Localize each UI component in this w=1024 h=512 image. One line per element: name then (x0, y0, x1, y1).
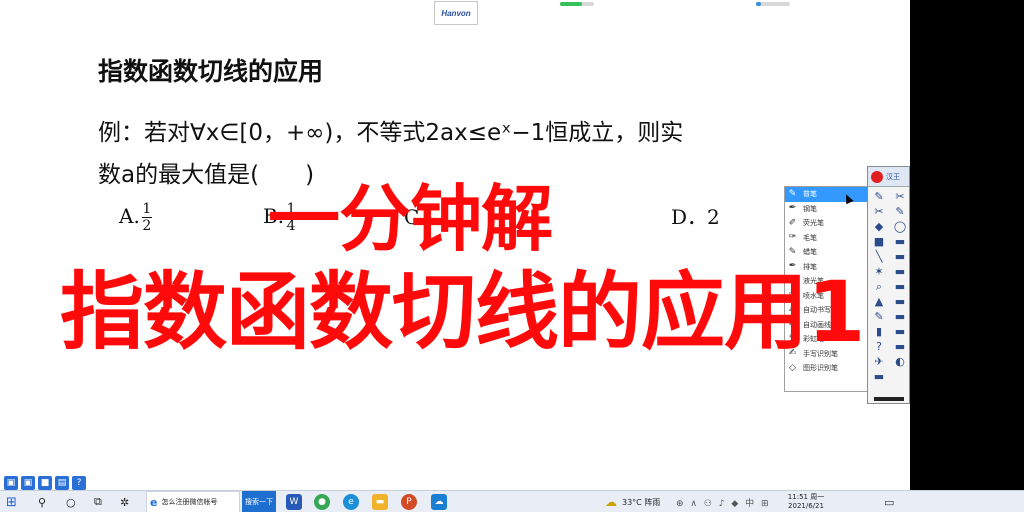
toolbox-tool-icon[interactable]: ▬ (890, 249, 910, 264)
ie-icon: e (150, 495, 158, 509)
screen: Hanvon 指数函数切线的应用 例：若对∀x∈[0，+∞)，不等式2ax≤eˣ… (0, 0, 910, 490)
browser-search-text: 怎么注册微信帐号 (161, 498, 218, 506)
toolbox-tool-icon[interactable]: ▬ (890, 234, 910, 249)
pen-icon: ✎ (788, 188, 797, 199)
toolbox-tool-icon[interactable]: ◯ (890, 219, 910, 234)
search-icon[interactable]: ⚲ (38, 491, 46, 512)
top-slider-2-fill (756, 2, 762, 6)
clock-date: 2021/6/21 (788, 502, 824, 510)
browser-app-icon[interactable]: ● (314, 494, 330, 510)
taskbar: ⊞ ⚲ ○ ⧉ ✲ e 怎么注册微信帐号 搜索一下 W ● e ▬ P ☁ ☁ … (0, 490, 1024, 512)
clock-time: 11:51 周一 (787, 493, 825, 501)
toolbox-tool-icon[interactable]: ⌕ (868, 279, 890, 294)
option-a-fraction: 12 (141, 201, 152, 234)
folder-app-icon[interactable]: ▬ (372, 494, 388, 510)
pen-menu-item[interactable]: ✒ 钢笔 (785, 202, 867, 217)
hanvon-logo[interactable]: Hanvon (434, 1, 478, 25)
powerpoint-app-icon[interactable]: P (401, 494, 417, 510)
problem-line-1: 例：若对∀x∈[0，+∞)，不等式2ax≤eˣ−1恒成立，则实 (98, 120, 684, 146)
system-tray-icons[interactable]: ⊕ ∧ ⚇ ♪ ◆ 中 ⊞ (676, 491, 771, 512)
settings-icon[interactable]: ✲ (120, 491, 129, 512)
overlay-title-line-2: 指数函数切线的应用1 (60, 263, 865, 361)
option-a-prefix: A. (119, 204, 140, 228)
toolbox-tool-icon[interactable]: ✂ (868, 204, 890, 219)
top-slider-1[interactable] (560, 2, 594, 6)
fountain-pen-icon: ✒ (788, 203, 797, 214)
black-side-strip (910, 0, 1024, 490)
toolbox-tool-icon[interactable]: ✂ (890, 189, 910, 204)
mini-toolbar-button-icon[interactable]: ▤ (55, 476, 69, 490)
top-slider-1-fill (560, 2, 583, 6)
pen-menu-item[interactable]: ✑ 毛笔 (785, 231, 867, 246)
word-app-icon[interactable]: W (286, 494, 302, 510)
pen-menu-item-label: 钢笔 (803, 204, 817, 213)
toolbox-tool-icon[interactable]: ▬ (890, 309, 910, 324)
toolbox-grid: ✎ ✂ ✂ ✎ ◆ ◯ ■ ▬ ╲ ▬ ✶ ▬ ⌕ ▬ ▲ ▬ ✎ ▬ ▮ ▬? ▬ ✈ ◐ ▬ (868, 187, 909, 384)
photos-app-icon[interactable]: ☁ (431, 494, 447, 510)
option-a-numerator: 1 (142, 201, 152, 217)
pen-menu-item[interactable]: ✎ 普笔 (785, 187, 867, 202)
toolbox-tool-icon[interactable]: ✎ (868, 189, 890, 204)
notification-icon[interactable]: ▭ (884, 491, 894, 512)
search-button[interactable]: 搜索一下 (242, 491, 276, 512)
toolbox-panel: 汉王 ✎ ✂ ✂ ✎ ◆ ◯ ■ ▬ ╲ ▬ ✶ ▬ ⌕ ▬ ▲ ▬ ✎ ▬ ▮ ▬? ▬ ✈ ◐ ▬ (867, 166, 910, 404)
toolbox-tool-icon[interactable]: ▬ (890, 324, 910, 339)
toolbox-tool-icon[interactable]: ▬ (868, 369, 890, 384)
brush-icon: ✑ (788, 232, 797, 243)
toolbox-tool-icon[interactable]: ? (868, 339, 890, 354)
mini-toolbar-button-icon[interactable]: ■ (38, 476, 52, 490)
toolbox-header-label: 汉王 (886, 172, 900, 181)
weather-icon[interactable]: ☁ (605, 491, 617, 512)
start-button[interactable]: ⊞ (6, 491, 17, 512)
clock[interactable]: 11:51 周一 2021/6/21 (786, 491, 826, 512)
toolbox-tool-icon[interactable]: ▬ (890, 279, 910, 294)
top-slider-2[interactable] (756, 2, 790, 6)
toolbox-tool-icon[interactable]: ▬ (890, 339, 910, 354)
edge-app-icon[interactable]: e (343, 494, 359, 510)
toolbox-tool-icon[interactable]: ╲ (868, 249, 890, 264)
option-a-denominator: 2 (142, 218, 152, 234)
toolbox-tool-icon[interactable]: ◐ (890, 354, 910, 369)
toolbox-tool-icon[interactable]: ✈ (868, 354, 890, 369)
toolbox-tool-icon[interactable]: ■ (868, 234, 890, 249)
mini-toolbar-button-icon[interactable]: ▣ (21, 476, 35, 490)
toolbox-tool-icon[interactable]: ▮ (868, 324, 890, 339)
toolbox-tool-icon[interactable]: ▬ (890, 264, 910, 279)
pen-menu-item-label: 荧光笔 (803, 219, 824, 228)
mini-toolbar-button-icon[interactable]: ? (72, 476, 86, 490)
toolbox-tool-icon[interactable]: ✎ (868, 309, 890, 324)
cortana-icon[interactable]: ○ (66, 491, 76, 512)
document-title: 指数函数切线的应用 (98, 57, 324, 86)
pen-menu-item-label: 普笔 (803, 190, 817, 199)
mini-toolbar: ▣ ▣ ■ ▤? (4, 476, 86, 490)
toolbox-tool-icon[interactable]: ✶ (868, 264, 890, 279)
toolbox-tool-icon[interactable]: ▬ (890, 294, 910, 309)
toolbox-tool-icon[interactable]: ✎ (890, 204, 910, 219)
pen-menu-item-label: 毛笔 (803, 233, 817, 242)
hanvon-logo-icon (871, 170, 883, 183)
highlighter-icon: ✐ (788, 217, 797, 228)
option-d: D．2 (671, 205, 720, 229)
toolbox-header[interactable]: 汉王 (868, 167, 909, 187)
toolbox-bottom-bar[interactable] (874, 397, 904, 401)
toolbox-tool-icon[interactable]: ◆ (868, 219, 890, 234)
toolbox-tool-icon[interactable]: ▲ (868, 294, 890, 309)
option-a: A. 1 2 (119, 201, 152, 234)
weather-text[interactable]: 33°C 阵雨 (622, 491, 660, 512)
browser-search-box[interactable]: e 怎么注册微信帐号 (146, 491, 240, 512)
mini-toolbar-button-icon[interactable]: ▣ (4, 476, 18, 490)
task-view-icon[interactable]: ⧉ (94, 491, 102, 512)
pen-menu-item[interactable]: ✐ 荧光笔 (785, 216, 867, 231)
